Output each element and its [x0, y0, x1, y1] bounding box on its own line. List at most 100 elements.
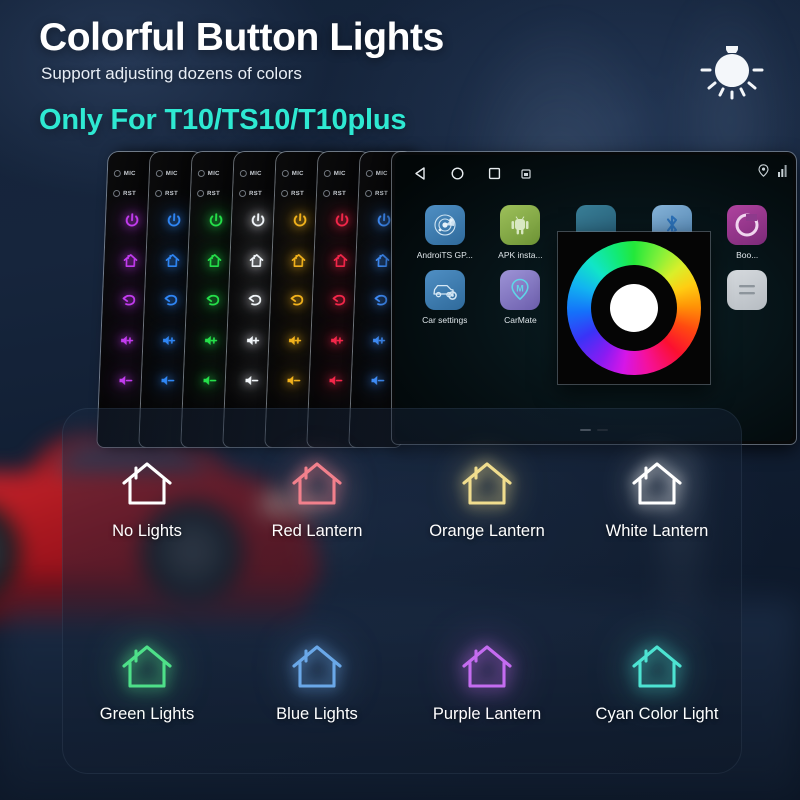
legend-item[interactable]: Orange Lantern [402, 408, 572, 591]
volume-down-icon[interactable] [117, 372, 135, 389]
rst-indicator-dot [112, 190, 121, 197]
home-icon[interactable] [290, 252, 308, 269]
legend-label: Cyan Color Light [595, 704, 719, 723]
android-navbar [395, 155, 793, 191]
screenshot-icon[interactable] [521, 169, 531, 179]
rst-label: RST [290, 190, 305, 197]
legend-item[interactable]: Red Lantern [232, 408, 402, 591]
volume-up-icon[interactable] [161, 332, 179, 349]
volume-down-icon[interactable] [327, 372, 345, 389]
home-icon[interactable] [164, 252, 182, 269]
color-wheel-selected-swatch[interactable] [610, 284, 658, 332]
legend-label: No Lights [112, 521, 182, 540]
color-wheel-picker[interactable] [558, 232, 710, 384]
legend-label: Red Lantern [271, 521, 363, 540]
location-pin-icon [758, 164, 769, 177]
app-tile[interactable]: APK insta... [483, 205, 559, 260]
legend-item[interactable]: No Lights [62, 408, 232, 591]
mic-label: MIC [207, 170, 220, 177]
volume-up-icon[interactable] [329, 332, 347, 349]
power-icon[interactable] [291, 212, 309, 229]
legend-item[interactable]: Purple Lantern [402, 591, 572, 774]
volume-up-icon[interactable] [203, 332, 221, 349]
volume-down-icon[interactable] [369, 372, 387, 389]
signal-bars-icon [778, 164, 787, 177]
home-icon[interactable] [122, 252, 140, 269]
legend-label: Orange Lantern [429, 521, 545, 540]
status-icon-group [758, 164, 787, 177]
back-icon[interactable] [204, 292, 222, 309]
recents-square-icon[interactable] [487, 166, 502, 181]
device-panel-fan: MIC RST MIC RST MIC RST MIC RST MIC RST … [0, 0, 800, 470]
app-tile[interactable]: AndroiTS GP... [407, 205, 483, 260]
volume-up-icon[interactable] [371, 332, 389, 349]
rst-indicator-dot [280, 190, 289, 197]
app-tile[interactable]: Boo... [709, 205, 785, 260]
mic-label: MIC [375, 170, 388, 177]
rst-label: RST [332, 190, 347, 197]
back-icon[interactable] [246, 292, 264, 309]
mic-indicator-dot [365, 170, 373, 177]
app-label: CarMate [504, 315, 537, 325]
mic-indicator-dot [155, 170, 163, 177]
back-icon[interactable] [120, 292, 138, 309]
rst-indicator-dot [238, 190, 247, 197]
app-label: Boo... [736, 250, 759, 260]
mic-label: MIC [291, 170, 304, 177]
volume-down-icon[interactable] [285, 372, 303, 389]
rst-indicator-dot [364, 190, 373, 197]
mic-indicator-dot [281, 170, 289, 177]
legend-label: Blue Lights [276, 704, 358, 723]
volume-down-icon[interactable] [243, 372, 261, 389]
power-icon[interactable] [375, 212, 393, 229]
app-tile[interactable]: Car settings [407, 270, 483, 325]
home-icon[interactable] [206, 252, 224, 269]
power-icon[interactable] [123, 212, 141, 229]
legend-grid: No Lights Red Lantern Orange Lantern Whi… [62, 408, 742, 774]
volume-down-icon[interactable] [201, 372, 219, 389]
app-label: AndroiTS GP... [416, 250, 473, 260]
home-icon [122, 644, 172, 688]
home-icon [462, 644, 512, 688]
rst-label: RST [374, 190, 389, 197]
legend-item[interactable]: Cyan Color Light [572, 591, 742, 774]
back-icon[interactable] [288, 292, 306, 309]
back-icon[interactable] [162, 292, 180, 309]
power-icon[interactable] [249, 212, 267, 229]
volume-up-icon[interactable] [119, 332, 137, 349]
car-gear-icon [424, 270, 465, 310]
product-banner: Colorful Button Lights Support adjusting… [0, 0, 800, 800]
rst-label: RST [164, 190, 179, 197]
legend-label: Green Lights [99, 704, 195, 723]
mic-label: MIC [123, 170, 136, 177]
rst-label: RST [122, 190, 137, 197]
legend-item[interactable]: Green Lights [62, 591, 232, 774]
volume-up-icon[interactable] [287, 332, 305, 349]
home-icon[interactable] [248, 252, 266, 269]
volume-up-icon[interactable] [245, 332, 263, 349]
android-robot-icon [500, 205, 541, 245]
app-tile[interactable] [709, 270, 785, 325]
back-triangle-icon[interactable] [413, 166, 428, 181]
legend-item[interactable]: Blue Lights [232, 591, 402, 774]
rst-label: RST [248, 190, 263, 197]
legend-item[interactable]: White Lantern [572, 408, 742, 591]
power-icon[interactable] [333, 212, 351, 229]
app-label: APK insta... [498, 250, 543, 260]
power-icon[interactable] [165, 212, 183, 229]
rst-label: RST [206, 190, 221, 197]
home-circle-icon[interactable] [450, 166, 465, 181]
home-icon [292, 461, 342, 505]
app-tile[interactable]: M CarMate [483, 270, 559, 325]
back-icon[interactable] [372, 292, 390, 309]
home-icon [122, 461, 172, 505]
home-icon [632, 461, 682, 505]
power-icon[interactable] [207, 212, 225, 229]
home-icon[interactable] [374, 252, 392, 269]
mic-indicator-dot [239, 170, 247, 177]
generic-app-icon [727, 270, 768, 310]
back-icon[interactable] [330, 292, 348, 309]
rst-indicator-dot [322, 190, 331, 197]
home-icon[interactable] [332, 252, 350, 269]
volume-down-icon[interactable] [159, 372, 177, 389]
